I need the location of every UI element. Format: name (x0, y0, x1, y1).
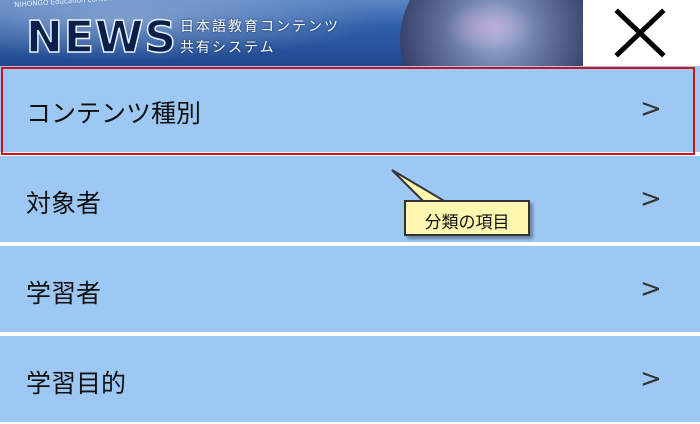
close-button[interactable] (583, 0, 700, 66)
site-subtitle-line2: 共有システム (180, 40, 276, 56)
chevron-right-icon: > (640, 364, 662, 394)
menu-item-learner[interactable]: 学習者 > (0, 246, 700, 334)
chevron-right-icon: > (640, 184, 662, 214)
callout-text: 分類の項目 (424, 213, 510, 233)
menu-item-target-audience[interactable]: 対象者 > (0, 156, 700, 244)
menu-item-learning-purpose[interactable]: 学習目的 > (0, 336, 700, 424)
menu-item-label: コンテンツ種別 (26, 99, 202, 128)
site-subtitle-line1: 日本語教育コンテンツ (180, 19, 340, 35)
site-banner[interactable]: NIHONGO Education contents Web sharing S… (0, 0, 583, 66)
site-logo: NEWS (25, 11, 178, 64)
header: NIHONGO Education contents Web sharing S… (0, 0, 700, 66)
callout-box: 分類の項目 (404, 200, 530, 236)
menu-item-label: 対象者 (26, 189, 102, 218)
close-icon (614, 8, 666, 58)
menu-item-label: 学習者 (26, 279, 102, 308)
chevron-right-icon: > (640, 274, 662, 304)
menu-item-content-type[interactable]: コンテンツ種別 > (0, 66, 700, 154)
chevron-right-icon: > (640, 94, 662, 124)
menu-item-label: 学習目的 (26, 369, 127, 398)
